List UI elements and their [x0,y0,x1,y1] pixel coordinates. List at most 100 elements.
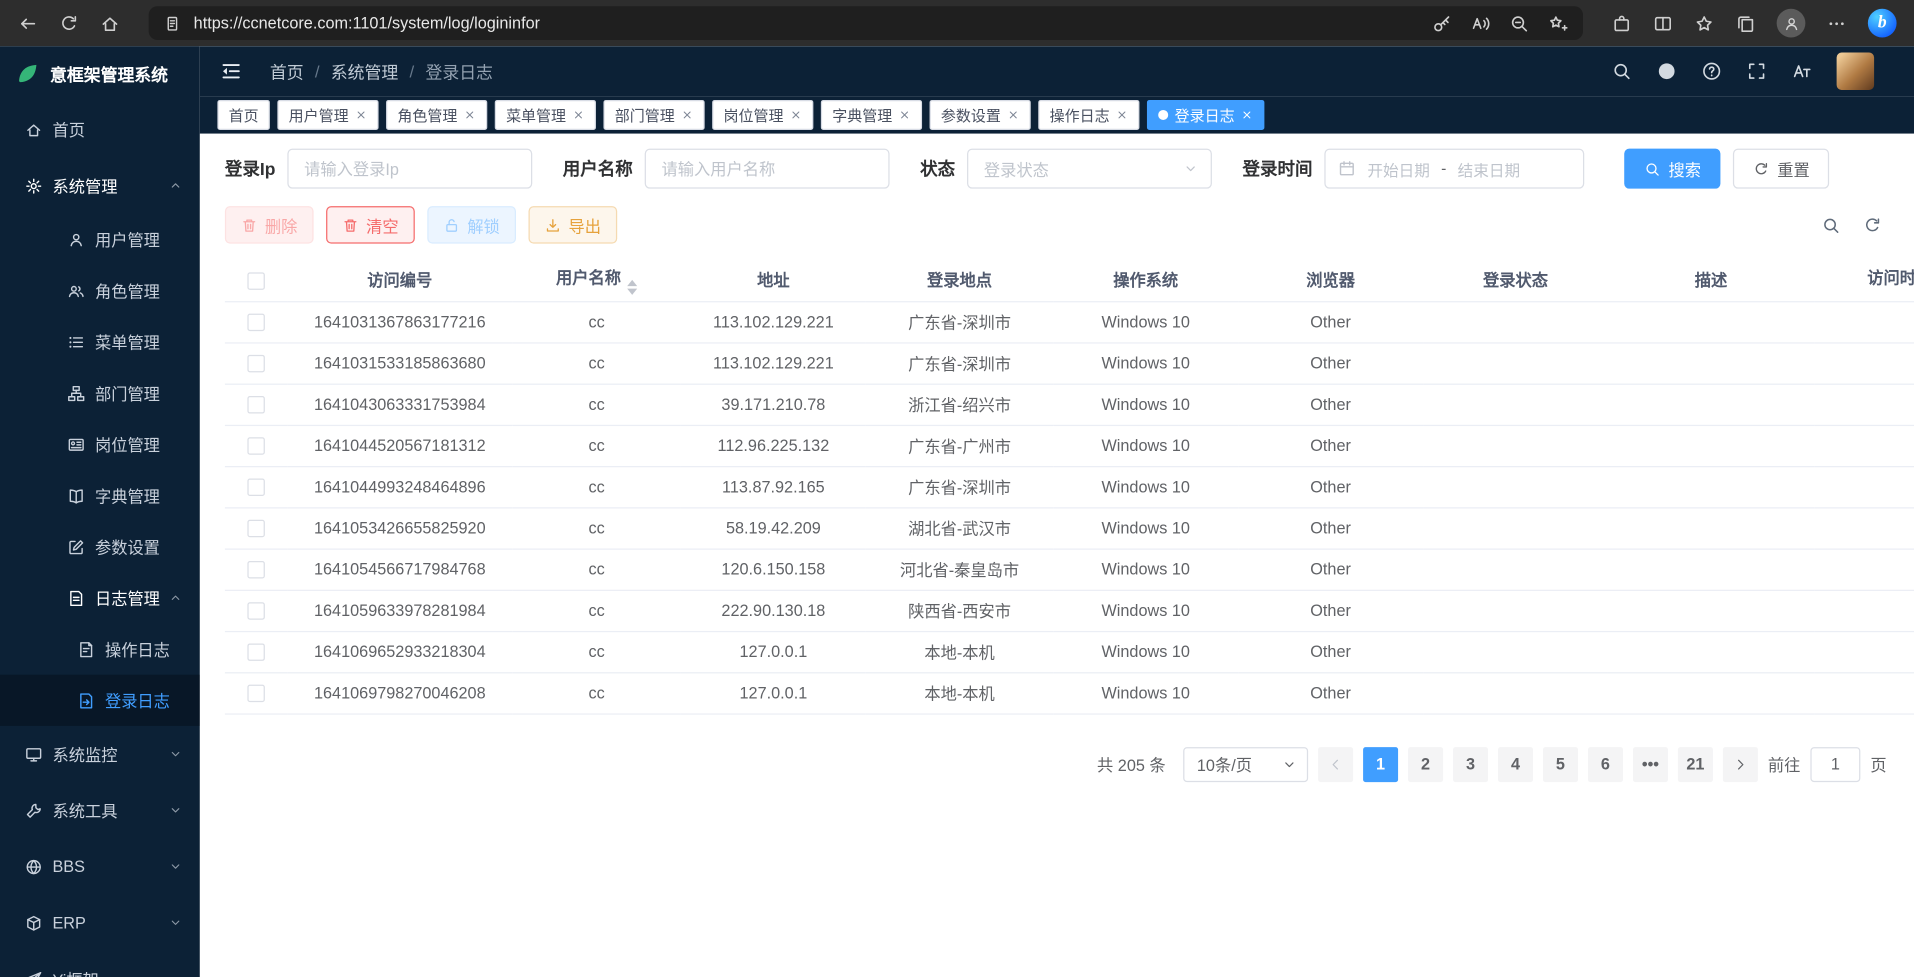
page-button-1[interactable]: 1 [1363,747,1398,782]
collections-icon[interactable] [1735,13,1755,33]
collapse-sidebar-icon[interactable] [220,60,242,82]
sidebar-item-operlog[interactable]: 操作日志 [0,623,200,674]
sidebar-item-system[interactable]: 系统管理 [0,157,200,213]
tab-close-icon[interactable] [1007,109,1019,121]
sidebar-item-role[interactable]: 角色管理 [0,265,200,316]
sidebar-item-yiframe[interactable]: Yi框架 [0,951,200,977]
sidebar-item-logmgmt[interactable]: 日志管理 [0,572,200,623]
status-select[interactable]: 登录状态 [968,149,1213,189]
page-button-5[interactable]: 5 [1543,747,1578,782]
sort-carets-icon[interactable] [627,280,637,295]
sidebar-item-user[interactable]: 用户管理 [0,214,200,265]
goto-page-input[interactable] [1810,747,1860,782]
browser-menu-icon[interactable] [1827,13,1847,33]
table-row[interactable]: 1641043063331753984cc39.171.210.78浙江省-绍兴… [225,384,1914,425]
tab-close-icon[interactable] [898,109,910,121]
tab-0[interactable]: 首页 [217,100,269,130]
table-row[interactable]: 1641044520567181312cc112.96.225.132广东省-广… [225,425,1914,466]
tab-2[interactable]: 角色管理 [386,100,487,130]
page-button-3[interactable]: 3 [1453,747,1488,782]
tab-7[interactable]: 参数设置 [930,100,1031,130]
favorites-icon[interactable] [1694,13,1714,33]
browser-profile-avatar[interactable] [1777,9,1806,38]
user-name-input[interactable] [645,149,890,189]
tab-close-icon[interactable] [790,109,802,121]
read-aloud-icon[interactable] [1471,13,1491,33]
row-checkbox[interactable] [247,644,264,661]
tab-close-icon[interactable] [1241,109,1253,121]
header-search-icon[interactable] [1612,61,1632,81]
column-header[interactable]: 用户名称 [512,259,681,301]
toggle-search-icon[interactable] [1822,216,1841,235]
help-icon[interactable] [1702,61,1722,81]
tab-8[interactable]: 操作日志 [1038,100,1139,130]
tab-6[interactable]: 字典管理 [821,100,922,130]
sidebar-item-menu[interactable]: 菜单管理 [0,316,200,367]
row-checkbox[interactable] [247,603,264,620]
browser-home-icon[interactable] [100,13,120,33]
row-checkbox[interactable] [247,396,264,413]
user-menu[interactable] [1837,52,1894,89]
sidebar-item-tools[interactable]: 系统工具 [0,782,200,838]
github-icon[interactable] [1657,61,1677,81]
row-checkbox[interactable] [247,479,264,496]
reset-button[interactable]: 重置 [1734,149,1830,189]
table-row[interactable]: 1641031367863177216cc113.102.129.221广东省-… [225,301,1914,342]
tab-close-icon[interactable] [681,109,693,121]
copilot-bing-icon[interactable] [1868,9,1897,38]
page-button-2[interactable]: 2 [1408,747,1443,782]
table-row[interactable]: 1641044993248464896cc113.87.92.165广东省-深圳… [225,466,1914,507]
split-screen-icon[interactable] [1653,13,1673,33]
row-checkbox[interactable] [247,314,264,331]
page-size-select[interactable]: 10条/页 [1183,747,1308,782]
clear-button[interactable]: 清空 [326,206,415,243]
column-header[interactable]: 访问时间 [1814,259,1914,301]
tab-close-icon[interactable] [355,109,367,121]
table-refresh-icon[interactable] [1863,216,1882,235]
row-checkbox[interactable] [247,355,264,372]
table-row[interactable]: 1641059633978281984cc222.90.130.18陕西省-西安… [225,590,1914,631]
fullscreen-icon[interactable] [1747,61,1767,81]
export-button[interactable]: 导出 [529,206,618,243]
sidebar-item-dict[interactable]: 字典管理 [0,470,200,521]
browser-refresh-icon[interactable] [59,13,79,33]
sidebar-item-monitor[interactable]: 系统监控 [0,726,200,782]
sidebar-item-loginlog[interactable]: 登录日志 [0,675,200,726]
tab-close-icon[interactable] [1116,109,1128,121]
breadcrumb-item[interactable]: 首页 [270,59,304,84]
table-row[interactable]: 1641069798270046208cc127.0.0.1本地-本机Windo… [225,672,1914,713]
tab-9[interactable]: 登录日志 [1147,100,1264,130]
page-button-4[interactable]: 4 [1498,747,1533,782]
tab-close-icon[interactable] [464,109,476,121]
login-ip-input[interactable] [288,149,533,189]
row-checkbox[interactable] [247,520,264,537]
tab-4[interactable]: 部门管理 [604,100,705,130]
user-avatar[interactable] [1837,52,1874,89]
next-page-button[interactable] [1723,747,1758,782]
password-manager-icon[interactable] [1432,13,1452,33]
search-button[interactable]: 搜索 [1625,149,1721,189]
add-favorite-icon[interactable] [1548,13,1568,33]
prev-page-button[interactable] [1318,747,1353,782]
delete-button[interactable]: 删除 [225,206,314,243]
site-info-icon[interactable] [164,14,181,31]
sidebar-item-post[interactable]: 岗位管理 [0,419,200,470]
row-checkbox[interactable] [247,561,264,578]
sidebar-item-home[interactable]: 首页 [0,101,200,157]
sidebar-item-dept[interactable]: 部门管理 [0,367,200,418]
table-row[interactable]: 1641054566717984768cc120.6.150.158河北省-秦皇… [225,548,1914,589]
tab-3[interactable]: 菜单管理 [495,100,596,130]
tab-close-icon[interactable] [572,109,584,121]
sidebar-item-param[interactable]: 参数设置 [0,521,200,572]
page-button-6[interactable]: 6 [1588,747,1623,782]
page-button-21[interactable]: 21 [1678,747,1713,782]
address-bar[interactable]: https://ccnetcore.com:1101/system/log/lo… [149,6,1583,40]
table-row[interactable]: 1641069652933218304cc127.0.0.1本地-本机Windo… [225,631,1914,672]
browser-back-icon[interactable] [17,13,37,33]
table-row[interactable]: 1641031533185863680cc113.102.129.221广东省-… [225,342,1914,383]
font-size-icon[interactable] [1792,61,1812,81]
start-date-placeholder[interactable]: 开始日期 [1367,157,1429,181]
page-ellipsis[interactable]: ••• [1633,747,1668,782]
breadcrumb-item[interactable]: 系统管理 [331,59,398,84]
sidebar-item-bbs[interactable]: BBS [0,838,200,894]
